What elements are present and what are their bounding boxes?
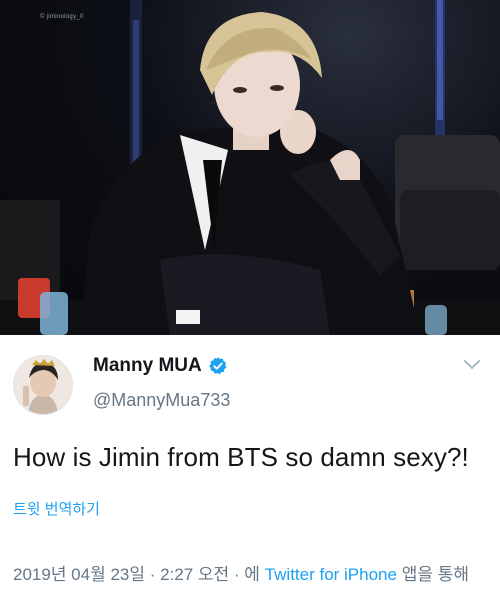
tweet-text: How is Jimin from BTS so damn sexy?! <box>13 442 469 472</box>
tweet-source-suffix: 앱을 통해 <box>401 565 469 584</box>
tweet-source-link[interactable]: Twitter for iPhone <box>265 565 397 584</box>
translate-tweet-link[interactable]: 트윗 번역하기 <box>13 498 100 519</box>
photo-watermark: © jiminology_0 <box>40 14 84 20</box>
tweet-card: Manny MUA @MannyMua733 How is Jimin from… <box>0 335 500 596</box>
tweet-timestamp[interactable]: 2019년 04월 23일 · 2:27 오전 · 에 <box>13 565 260 584</box>
avatar[interactable] <box>13 355 73 415</box>
author-handle[interactable]: @MannyMua733 <box>93 390 230 411</box>
author-row[interactable]: Manny MUA <box>93 355 228 377</box>
tweet-photo[interactable]: © jiminology_0 <box>0 0 500 335</box>
chevron-down-icon[interactable] <box>463 359 481 371</box>
photo-illustration <box>0 0 500 335</box>
avatar-image <box>14 356 72 414</box>
display-name[interactable]: Manny MUA <box>93 355 202 377</box>
verified-badge-icon <box>208 357 227 375</box>
tweet-meta: 2019년 04월 23일 · 2:27 오전 · 에 Twitter for … <box>13 560 469 585</box>
